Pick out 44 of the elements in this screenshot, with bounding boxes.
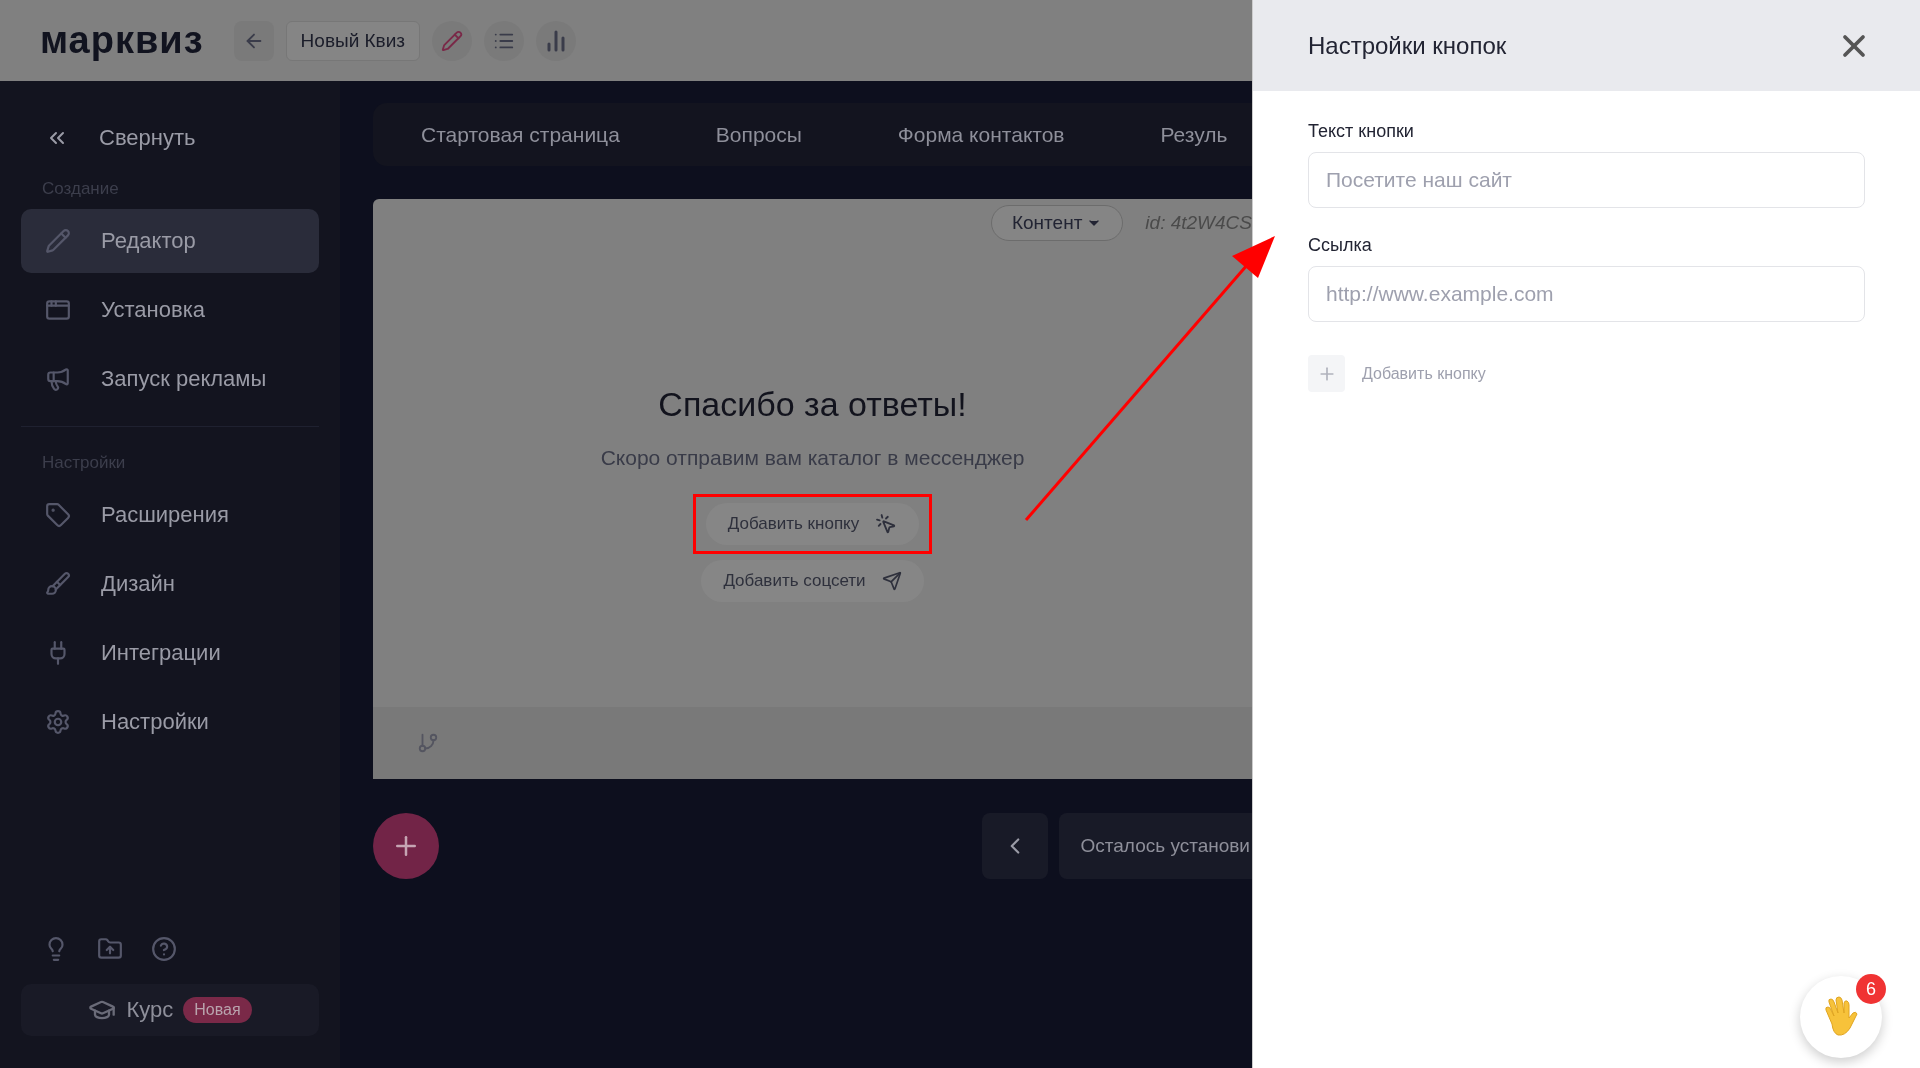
input-field[interactable]: http://www.example.com	[1308, 266, 1865, 322]
sidebar-item[interactable]: Установка	[21, 278, 319, 342]
input-field[interactable]: Посетите наш сайт	[1308, 152, 1865, 208]
sidebar-item[interactable]: Запуск рекламы	[21, 347, 319, 411]
megaphone-icon	[45, 366, 71, 392]
field-label: Ссылка	[1308, 235, 1373, 256]
tag-icon	[45, 502, 71, 528]
logo: марквиз	[40, 19, 204, 62]
branch-icon[interactable]	[417, 732, 439, 754]
sidebar-item[interactable]: Расширения	[21, 483, 319, 547]
content-dropdown[interactable]: Контент	[990, 205, 1124, 241]
tab[interactable]: Вопросы	[715, 122, 802, 147]
folder-upload-icon[interactable]	[97, 936, 123, 962]
result-title: Спасибо за ответы!	[658, 385, 967, 424]
result-subtitle: Скоро отправим вам каталог в мессенджер	[600, 446, 1025, 470]
add-social-button[interactable]: Добавить соцсети	[701, 560, 924, 602]
field-label: Текст кнопки	[1308, 121, 1415, 142]
add-button-button[interactable]: Добавить кнопку	[705, 503, 920, 545]
collapse-button[interactable]: Свернуть	[21, 117, 319, 159]
new-badge: Новая	[183, 997, 252, 1023]
list-button[interactable]	[484, 20, 524, 61]
tab[interactable]: Резуль	[1160, 122, 1228, 147]
edit-button[interactable]	[432, 20, 472, 61]
sidebar-item[interactable]: Редактор	[21, 209, 319, 273]
pencil-icon	[45, 228, 71, 254]
window-icon	[45, 297, 71, 323]
brush-icon	[45, 571, 71, 597]
sidebar-item[interactable]: Интеграции	[21, 621, 319, 685]
tab[interactable]: Форма контактов	[897, 122, 1065, 147]
sidebar-item[interactable]: Настройки	[21, 690, 319, 754]
chart-button[interactable]	[536, 20, 576, 61]
tab[interactable]: Стартовая страница	[421, 122, 620, 147]
remaining-button[interactable]: Осталось установи	[1058, 813, 1252, 879]
send-icon	[881, 571, 902, 591]
panel-title: Настройки кнопок	[1308, 31, 1507, 60]
settings-icon	[45, 709, 71, 735]
pencil-icon	[441, 29, 463, 52]
cursor-click-icon	[875, 513, 898, 535]
notification-badge: 6	[1856, 974, 1886, 1004]
course-button[interactable]: Курс Новая	[21, 984, 319, 1036]
help-icon[interactable]	[151, 936, 177, 962]
back-button[interactable]	[233, 20, 274, 61]
quiz-name-button[interactable]: Новый Квиз	[285, 20, 420, 61]
sidebar-item[interactable]: Дизайн	[21, 552, 319, 616]
